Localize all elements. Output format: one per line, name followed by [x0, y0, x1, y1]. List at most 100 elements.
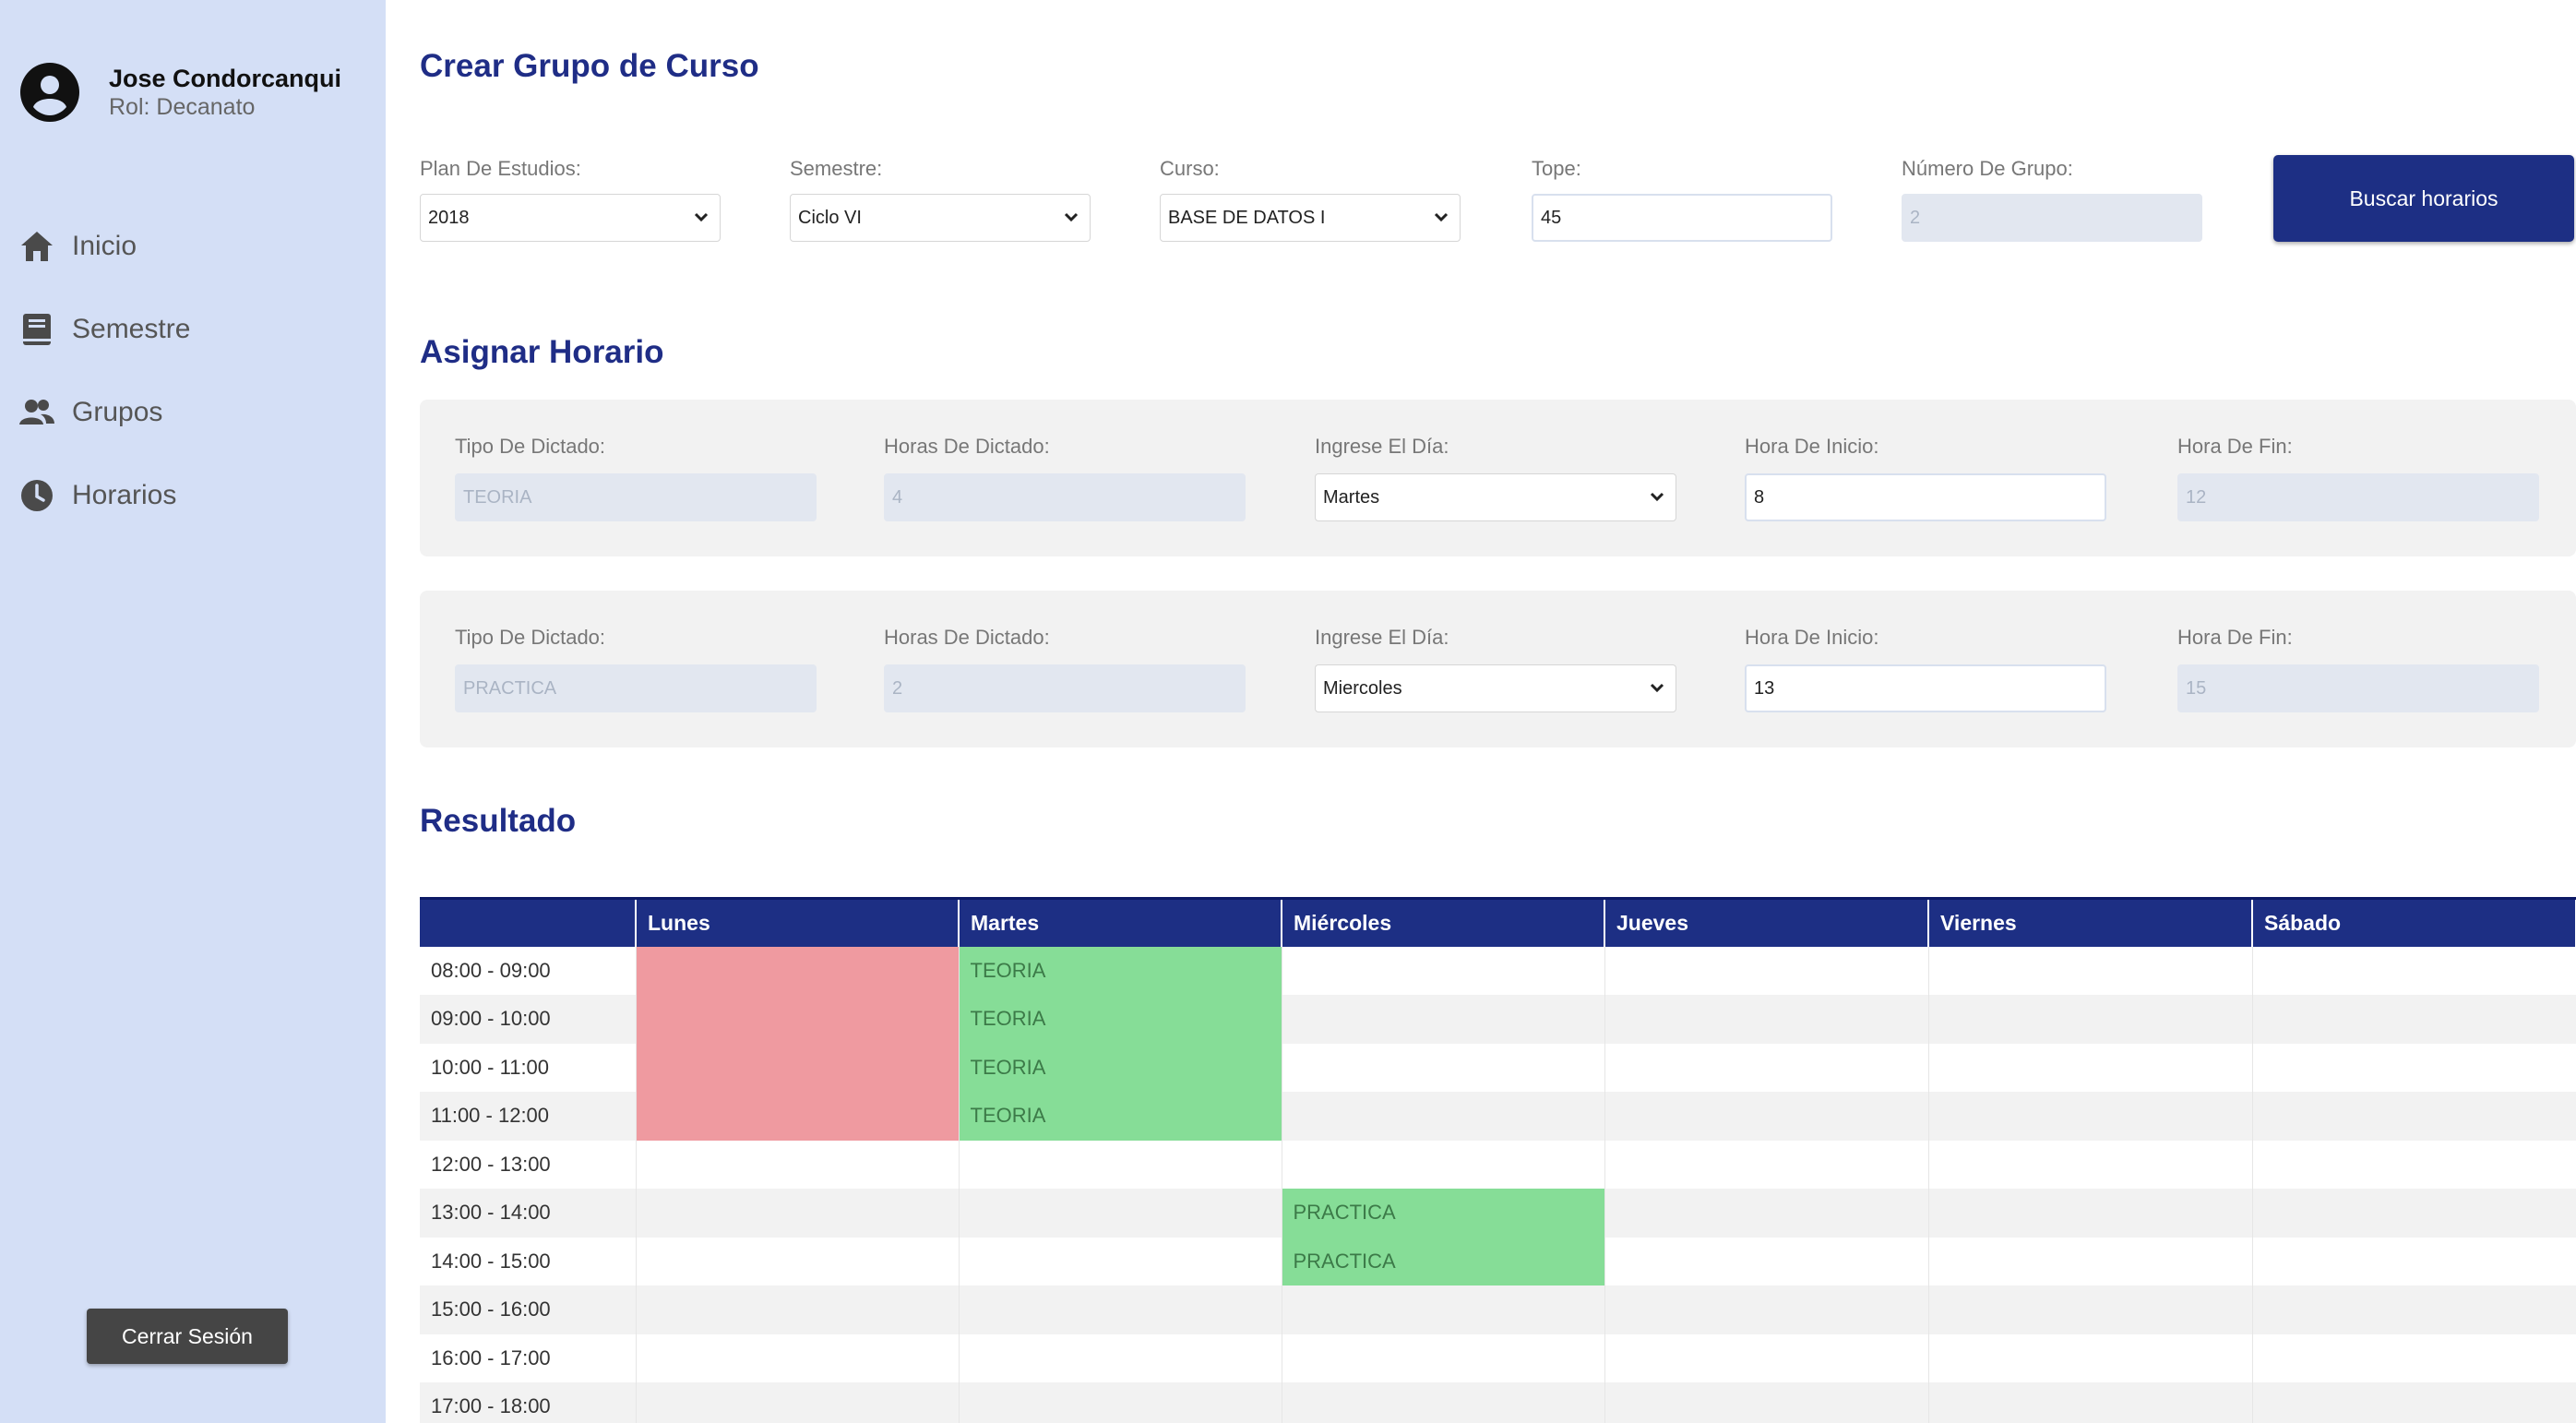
schedule-cell[interactable]: [636, 1285, 960, 1334]
sidebar-item-grupos[interactable]: Grupos: [18, 371, 190, 454]
schedule-body: 08:00 - 09:00 TEORIA 09:00 - 10:00 TEORIA 10…: [420, 946, 2576, 1423]
schedule-cell[interactable]: [2252, 1333, 2576, 1382]
horas-input: 2: [884, 664, 1246, 712]
grupo-value: 2: [1910, 207, 1921, 228]
dia-value: Martes: [1323, 486, 1380, 508]
schedule-cell[interactable]: [1604, 1382, 1929, 1423]
schedule-header-row: Lunes Martes Miércoles Jueves Viernes Sá…: [420, 897, 2576, 947]
schedule-cell[interactable]: [636, 1382, 960, 1423]
schedule-cell[interactable]: [2252, 1092, 2576, 1141]
schedule-cell[interactable]: [1282, 1092, 1605, 1141]
schedule-cell[interactable]: [2252, 1043, 2576, 1092]
schedule-cell[interactable]: [959, 1333, 1282, 1382]
schedule-cell[interactable]: TEORIA: [959, 1092, 1282, 1141]
schedule-cell[interactable]: [1604, 1237, 1929, 1285]
schedule-cell[interactable]: [1604, 1189, 1929, 1238]
schedule-cell[interactable]: TEORIA: [959, 995, 1282, 1044]
crear-grupo-title: Crear Grupo de Curso: [420, 48, 759, 84]
schedule-cell[interactable]: [1282, 1382, 1605, 1423]
dia-select[interactable]: Martes: [1315, 473, 1676, 521]
buscar-horarios-button[interactable]: Buscar horarios: [2273, 155, 2574, 242]
schedule-cell[interactable]: [1282, 1043, 1605, 1092]
schedule-cell[interactable]: [959, 1382, 1282, 1423]
main-content: Crear Grupo de Curso Plan De Estudios: 2…: [386, 0, 2576, 1423]
schedule-cell[interactable]: [636, 995, 960, 1044]
schedule-cell[interactable]: TEORIA: [959, 1043, 1282, 1092]
schedule-cell[interactable]: [1928, 946, 2253, 995]
table-row: 15:00 - 16:00: [420, 1285, 2576, 1334]
schedule-cell[interactable]: [959, 1237, 1282, 1285]
schedule-cell[interactable]: [1928, 995, 2253, 1044]
schedule-cell[interactable]: [1928, 1333, 2253, 1382]
day-header: Lunes: [636, 897, 960, 947]
schedule-cell[interactable]: [1928, 1382, 2253, 1423]
logout-button[interactable]: Cerrar Sesión: [87, 1309, 288, 1364]
schedule-cell[interactable]: [1928, 1237, 2253, 1285]
schedule-cell[interactable]: [1282, 1333, 1605, 1382]
inicio-input[interactable]: 13: [1745, 664, 2106, 712]
schedule-cell[interactable]: [1282, 1140, 1605, 1189]
schedule-cell[interactable]: [1282, 995, 1605, 1044]
table-row: 10:00 - 11:00 TEORIA: [420, 1043, 2576, 1092]
day-header: Jueves: [1604, 897, 1929, 947]
schedule-cell[interactable]: [959, 1189, 1282, 1238]
time-slot-cell: 09:00 - 10:00: [420, 995, 637, 1044]
schedule-cell[interactable]: [959, 1285, 1282, 1334]
semestre-select[interactable]: Ciclo VI: [790, 194, 1091, 242]
inicio-input[interactable]: 8: [1745, 473, 2106, 521]
tope-value: 45: [1541, 207, 1562, 228]
schedule-cell[interactable]: [636, 1237, 960, 1285]
user-role: Rol: Decanato: [109, 94, 256, 120]
chevron-down-icon: [694, 212, 709, 222]
sidebar-item-horarios[interactable]: Horarios: [18, 454, 190, 537]
schedule-cell[interactable]: [2252, 946, 2576, 995]
fin-value: 12: [2186, 486, 2207, 508]
time-slot-cell: 12:00 - 13:00: [420, 1140, 637, 1189]
sidebar-item-semestre[interactable]: Semestre: [18, 288, 190, 371]
table-row: 09:00 - 10:00 TEORIA: [420, 995, 2576, 1044]
schedule-cell[interactable]: [1928, 1189, 2253, 1238]
chevron-down-icon: [1650, 683, 1664, 693]
schedule-cell[interactable]: [1928, 1092, 2253, 1141]
schedule-cell[interactable]: [1604, 1092, 1929, 1141]
schedule-cell[interactable]: [636, 1189, 960, 1238]
schedule-cell[interactable]: [1928, 1043, 2253, 1092]
schedule-cell[interactable]: [1282, 946, 1605, 995]
schedule-cell[interactable]: PRACTICA: [1282, 1189, 1605, 1238]
schedule-cell[interactable]: [636, 1092, 960, 1141]
schedule-cell[interactable]: [1282, 1285, 1605, 1334]
schedule-cell[interactable]: [1928, 1140, 2253, 1189]
sidebar: Jose Condorcanqui Rol: Decanato Inicio S…: [0, 0, 386, 1423]
schedule-cell[interactable]: [1604, 995, 1929, 1044]
curso-select[interactable]: BASE DE DATOS I: [1160, 194, 1461, 242]
schedule-cell[interactable]: [2252, 1285, 2576, 1334]
dia-select[interactable]: Miercoles: [1315, 664, 1676, 712]
schedule-cell[interactable]: [1604, 1285, 1929, 1334]
fin-input: 12: [2177, 473, 2539, 521]
schedule-cell[interactable]: [1604, 1333, 1929, 1382]
schedule-cell[interactable]: [1604, 1140, 1929, 1189]
tope-input[interactable]: 45: [1532, 194, 1832, 242]
schedule-cell[interactable]: [636, 1333, 960, 1382]
schedule-cell[interactable]: [1928, 1285, 2253, 1334]
schedule-cell[interactable]: [1604, 946, 1929, 995]
time-slot-cell: 16:00 - 17:00: [420, 1333, 637, 1382]
schedule-cell[interactable]: [2252, 1189, 2576, 1238]
schedule-cell[interactable]: [636, 1140, 960, 1189]
plan-select[interactable]: 2018: [420, 194, 721, 242]
schedule-cell[interactable]: [959, 1140, 1282, 1189]
schedule-cell[interactable]: [2252, 1382, 2576, 1423]
schedule-cell[interactable]: [1604, 1043, 1929, 1092]
schedule-cell[interactable]: [2252, 1237, 2576, 1285]
sidebar-item-label: Horarios: [72, 480, 177, 510]
schedule-cell[interactable]: PRACTICA: [1282, 1237, 1605, 1285]
grupo-label: Número De Grupo:: [1902, 157, 2073, 180]
sidebar-item-inicio[interactable]: Inicio: [18, 205, 190, 288]
schedule-cell[interactable]: [636, 946, 960, 995]
schedule-cell[interactable]: [2252, 1140, 2576, 1189]
schedule-cell[interactable]: TEORIA: [959, 946, 1282, 995]
schedule-cell[interactable]: [636, 1043, 960, 1092]
chevron-down-icon: [1434, 212, 1449, 222]
schedule-cell[interactable]: [2252, 995, 2576, 1044]
horas-value: 2: [892, 677, 903, 699]
